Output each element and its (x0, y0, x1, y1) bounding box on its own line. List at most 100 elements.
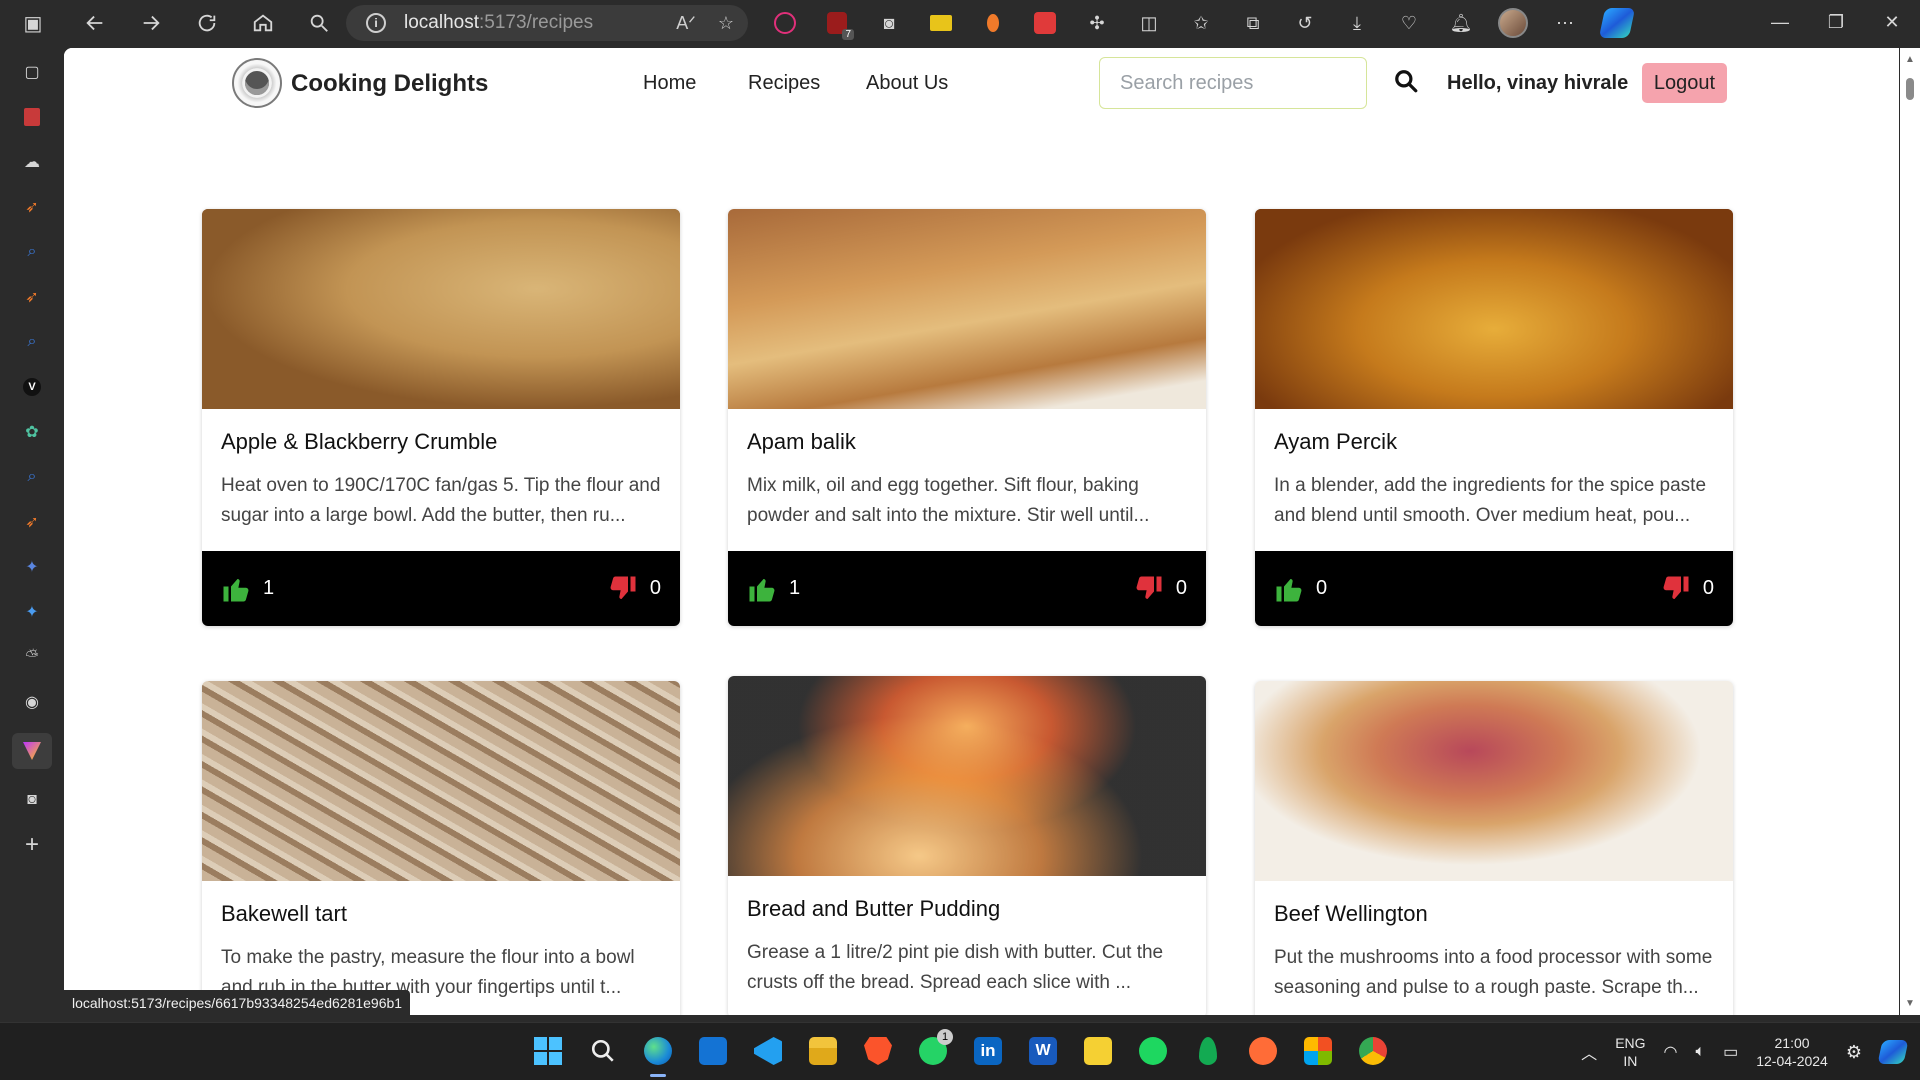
recipe-card[interactable]: Apam balik Mix milk, oil and egg togethe… (728, 209, 1206, 626)
tab-search-2-icon[interactable]: ⌕ (20, 328, 44, 356)
vscode-icon[interactable] (748, 1031, 788, 1071)
forward-icon[interactable] (130, 5, 172, 41)
language-indicator[interactable]: ENG IN (1615, 1034, 1645, 1070)
recipe-card[interactable]: Bakewell tart To make the pastry, measur… (202, 681, 680, 1015)
split-screen-icon[interactable]: ◫ (1134, 8, 1164, 38)
recipe-title[interactable]: Bread and Butter Pudding (747, 896, 1187, 922)
linkedin-icon[interactable]: in (968, 1031, 1008, 1071)
settings-gear-icon[interactable]: ⚙ (1846, 1042, 1862, 1063)
yellow-extension-icon[interactable] (926, 8, 956, 38)
tab-gemini-2-icon[interactable]: ✦ (20, 598, 44, 626)
more-menu-icon[interactable]: ⋯ (1550, 8, 1580, 38)
tab-orange-2-icon[interactable]: ➶ (20, 283, 44, 311)
recipe-image[interactable] (202, 209, 680, 409)
site-brand[interactable]: Cooking Delights (291, 70, 488, 98)
refresh-icon[interactable] (186, 5, 228, 41)
recipe-card[interactable]: Ayam Percik In a blender, add the ingred… (1255, 209, 1733, 626)
like-button[interactable]: 0 (1274, 574, 1327, 604)
brave-icon[interactable] (858, 1031, 898, 1071)
volume-icon[interactable]: 🔈︎ (1696, 1043, 1706, 1061)
workspaces-icon[interactable]: ▣ (12, 5, 54, 41)
dislike-button[interactable]: 0 (608, 574, 661, 604)
edge-icon[interactable] (638, 1031, 678, 1077)
nav-about-us[interactable]: About Us (866, 72, 948, 95)
recipe-title[interactable]: Beef Wellington (1274, 901, 1714, 927)
mongodb-icon[interactable] (1188, 1031, 1228, 1071)
nav-home[interactable]: Home (643, 72, 696, 95)
minimize-icon[interactable]: — (1752, 0, 1808, 44)
search-button-icon[interactable] (1393, 68, 1421, 96)
profile-avatar[interactable] (1498, 8, 1528, 38)
tab-orange-3-icon[interactable]: ➶ (20, 508, 44, 536)
chrome-icon[interactable] (1353, 1031, 1393, 1071)
postman-icon[interactable] (1243, 1031, 1283, 1071)
recipe-title[interactable]: Bakewell tart (221, 901, 661, 927)
recipe-card[interactable]: Bread and Butter Pudding Grease a 1 litr… (728, 676, 1206, 1015)
page-scrollbar[interactable]: ▲ ▼ (1900, 48, 1920, 1015)
favorite-star-icon[interactable]: ☆ (718, 13, 734, 34)
recipe-image[interactable] (728, 209, 1206, 409)
like-button[interactable]: 1 (221, 574, 274, 604)
address-bar[interactable]: i localhost:5173/recipes Aᐟ ☆ (346, 5, 748, 41)
tray-overflow-icon[interactable]: ︿ (1581, 1040, 1597, 1064)
tab-search-3-icon[interactable]: ⌕ (20, 463, 44, 491)
system-clock[interactable]: 21:00 12-04-2024 (1756, 1034, 1828, 1070)
notifications-icon[interactable]: 🔔︎ (1446, 8, 1476, 38)
red-extension-icon[interactable] (1030, 8, 1060, 38)
scroll-up-icon[interactable]: ▲ (1905, 54, 1915, 65)
battery-icon[interactable]: ▭ (1723, 1042, 1738, 1062)
tab-v-icon[interactable]: V (20, 373, 44, 401)
whatsapp-icon[interactable]: 1 (913, 1029, 953, 1071)
recipe-title[interactable]: Apple & Blackberry Crumble (221, 429, 661, 455)
word-icon[interactable]: W (1023, 1031, 1063, 1071)
site-logo[interactable] (232, 58, 282, 108)
dislike-button[interactable]: 0 (1134, 574, 1187, 604)
collections-icon[interactable]: ⧉ (1238, 8, 1268, 38)
tab-chatgpt-icon[interactable]: ✿ (20, 418, 44, 446)
tab-vite-icon[interactable] (12, 733, 52, 769)
extensions-puzzle-icon[interactable]: ✣ (1082, 8, 1112, 38)
file-explorer-icon[interactable] (803, 1031, 843, 1071)
scroll-down-icon[interactable]: ▼ (1905, 998, 1915, 1009)
nav-recipes[interactable]: Recipes (748, 72, 820, 95)
recipe-card[interactable]: Apple & Blackberry Crumble Heat oven to … (202, 209, 680, 626)
search-input[interactable] (1099, 57, 1367, 109)
scroll-thumb[interactable] (1906, 78, 1914, 100)
tab-pdf-icon[interactable] (20, 103, 44, 131)
back-icon[interactable] (74, 5, 116, 41)
recipe-image[interactable] (728, 676, 1206, 876)
sticky-notes-icon[interactable] (1078, 1031, 1118, 1071)
ms-store-icon[interactable] (1298, 1031, 1338, 1071)
spotify-icon[interactable] (1133, 1031, 1173, 1071)
ublock-icon[interactable]: 7 (822, 8, 854, 40)
like-button[interactable]: 1 (747, 574, 800, 604)
recipe-image[interactable] (1255, 681, 1733, 881)
tab-github-icon[interactable]: ◉ (20, 688, 44, 716)
tab-search-icon[interactable]: ⌕ (20, 238, 44, 266)
copilot-icon[interactable] (1598, 8, 1636, 38)
logout-button[interactable]: Logout (1642, 63, 1727, 103)
wifi-icon[interactable]: ◠ (1664, 1042, 1678, 1062)
read-aloud-icon[interactable]: Aᐟ (676, 13, 696, 34)
tab-camera-icon[interactable]: ◙ (20, 786, 44, 814)
tab-gemini-icon[interactable]: ✦ (20, 553, 44, 581)
start-button-icon[interactable] (528, 1031, 568, 1071)
recipe-title[interactable]: Apam balik (747, 429, 1187, 455)
recipe-image[interactable] (1255, 209, 1733, 409)
site-info-icon[interactable]: i (366, 13, 386, 33)
restore-icon[interactable]: ❐ (1808, 0, 1864, 44)
recipe-title[interactable]: Ayam Percik (1274, 429, 1714, 455)
close-icon[interactable]: ✕ (1864, 0, 1920, 44)
media-extension-icon[interactable] (770, 8, 800, 38)
home-icon[interactable] (242, 5, 284, 41)
recipe-image[interactable] (202, 681, 680, 881)
history-icon[interactable]: ↺ (1290, 8, 1320, 38)
outlook-icon[interactable] (693, 1031, 733, 1071)
recipe-card[interactable]: Beef Wellington Put the mushrooms into a… (1255, 681, 1733, 1015)
tab-orange-icon[interactable]: ➶ (20, 193, 44, 221)
tab-weather-icon[interactable]: ☁ (20, 148, 44, 176)
tab-actions-icon[interactable]: ▢ (20, 58, 44, 86)
tab-weather-2-icon[interactable]: ⛅︎ (20, 643, 44, 671)
favorites-icon[interactable]: ✩ (1186, 8, 1216, 38)
dislike-button[interactable]: 0 (1661, 574, 1714, 604)
